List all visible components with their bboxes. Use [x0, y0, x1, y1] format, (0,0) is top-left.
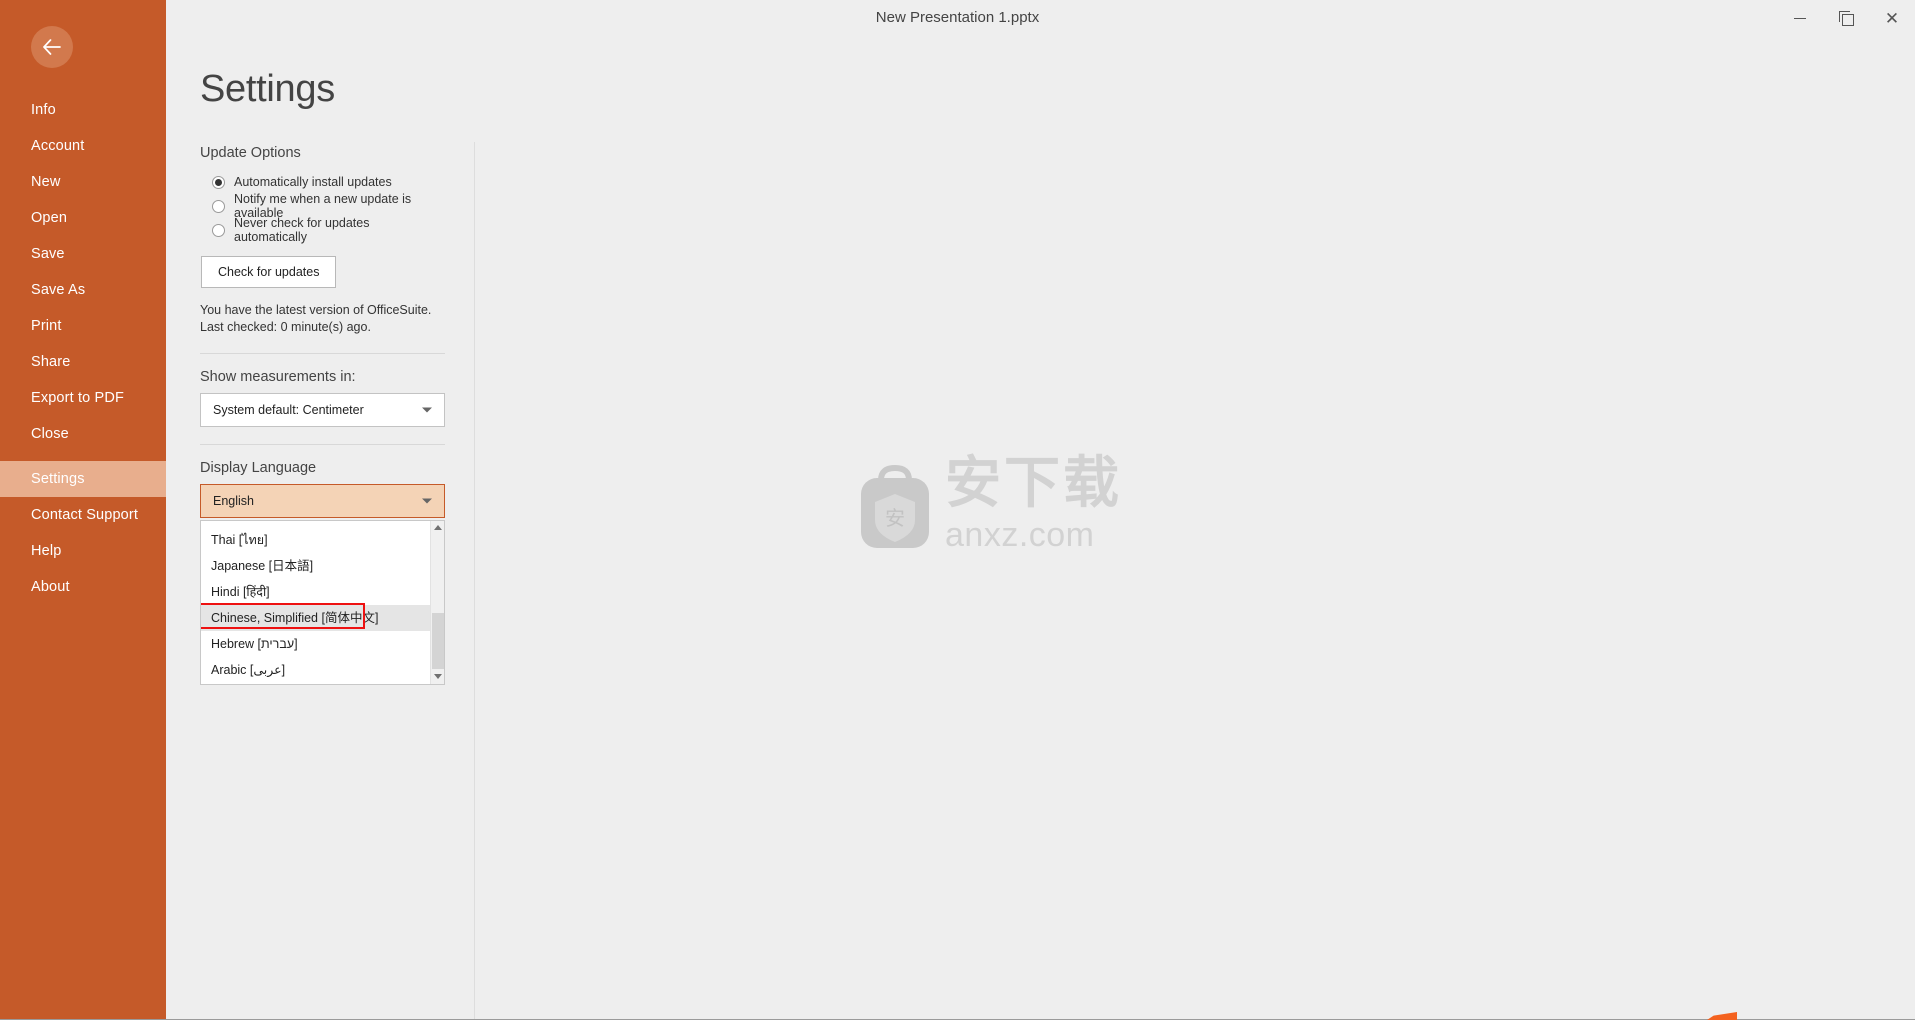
sidebar-item-export-to-pdf[interactable]: Export to PDF — [0, 380, 166, 416]
app-window: New Presentation 1.pptx ✕ Info Account New… — [0, 0, 1915, 1020]
scroll-down-icon — [434, 674, 442, 680]
page-title: Settings — [200, 68, 335, 110]
update-option-label: Never check for updates automatically — [234, 216, 370, 244]
sidebar-item-save[interactable]: Save — [0, 236, 166, 272]
update-option-radio-2[interactable]: Never check for updates automatically — [212, 216, 445, 244]
sidebar-item-contact-support[interactable]: Contact Support — [0, 497, 166, 533]
watermark-text: 安下载 anxz.com — [945, 451, 1122, 554]
sidebar-item-settings[interactable]: Settings — [0, 461, 166, 497]
sidebar-item-about[interactable]: About — [0, 569, 166, 605]
divider-1 — [200, 352, 445, 354]
display-language-select[interactable]: English — [200, 483, 445, 518]
update-option-radio-1[interactable]: Notify me when a new update is available — [212, 192, 445, 220]
radio-icon — [212, 175, 225, 189]
display-language-option-list: Thai [ไทย] Japanese [日本語] Hindi [हिंदी] Chi… — [201, 521, 430, 684]
update-status-text: You have the latest version of OfficeSui… — [200, 302, 445, 336]
divider-2 — [200, 443, 445, 445]
sidebar-item-help[interactable]: Help — [0, 533, 166, 569]
sidebar-item-share[interactable]: Share — [0, 344, 166, 380]
language-option[interactable]: Hindi [हिंदी] — [201, 579, 430, 605]
update-status-line-2: Last checked: 0 minute(s) ago. — [200, 319, 371, 334]
watermark-cn-text: 安下载 — [945, 451, 1122, 516]
sidebar-item-save-as[interactable]: Save As — [0, 272, 166, 308]
language-option[interactable]: Hebrew [עברית] — [201, 631, 430, 657]
sidebar-item-close[interactable]: Close — [0, 416, 166, 452]
scroll-down-button[interactable] — [431, 670, 445, 684]
content-area: Settings Update Options Automatically in… — [166, 0, 1915, 1020]
sidebar-nav: Info Account New Open Save Save As Print Share E… — [0, 92, 166, 605]
update-options-label: Update Options — [200, 145, 301, 161]
display-language-dropdown: Thai [ไทย] Japanese [日本語] Hindi [हिंदी] Chi… — [200, 519, 445, 685]
measurements-label: Show measurements in: — [200, 368, 356, 385]
language-option[interactable]: Arabic [عربى] — [201, 657, 430, 683]
vertical-divider — [474, 142, 475, 1020]
radio-icon — [212, 199, 225, 213]
update-status-line-1: You have the latest version of OfficeSui… — [200, 303, 432, 317]
settings-panel: Update Options Automatically install upd… — [200, 145, 445, 685]
chevron-down-icon — [422, 498, 432, 504]
update-option-label: Automatically install updates — [234, 175, 392, 189]
dropdown-scrollbar[interactable] — [430, 520, 445, 684]
update-options-radio-group: Automatically install updates Notify me w… — [200, 170, 445, 244]
check-for-updates-button[interactable]: Check for updates — [201, 256, 337, 288]
watermark-badge-icon: 安 — [859, 458, 931, 550]
scroll-up-icon — [434, 525, 442, 531]
watermark-url: anxz.com — [945, 516, 1095, 554]
display-language-selected-value: English — [213, 493, 254, 508]
back-button[interactable] — [31, 26, 73, 68]
language-option[interactable]: Japanese [日本語] — [201, 553, 430, 579]
scrollbar-thumb[interactable] — [432, 612, 444, 669]
scroll-up-button[interactable] — [431, 521, 445, 535]
back-arrow-icon — [43, 39, 61, 55]
watermark-badge-char: 安 — [885, 506, 905, 530]
display-language-label: Display Language — [200, 459, 317, 476]
radio-icon — [212, 223, 225, 237]
watermark: 安 安下载 anxz.com — [859, 438, 1211, 570]
sidebar-item-print[interactable]: Print — [0, 308, 166, 344]
update-option-radio-0[interactable]: Automatically install updates — [212, 170, 445, 194]
measurements-select[interactable]: System default: Centimeter — [200, 392, 445, 427]
sidebar-item-open[interactable]: Open — [0, 200, 166, 236]
language-option[interactable]: Thai [ไทย] — [201, 527, 430, 553]
language-option[interactable]: Chinese, Simplified [简体中文] — [201, 604, 430, 631]
sidebar-item-new[interactable]: New — [0, 164, 166, 200]
measurements-selected-value: System default: Centimeter — [213, 402, 364, 417]
sidebar: Info Account New Open Save Save As Print Share E… — [0, 0, 166, 1020]
sidebar-item-info[interactable]: Info — [0, 92, 166, 128]
sidebar-item-account[interactable]: Account — [0, 128, 166, 164]
chevron-down-icon — [422, 407, 432, 413]
